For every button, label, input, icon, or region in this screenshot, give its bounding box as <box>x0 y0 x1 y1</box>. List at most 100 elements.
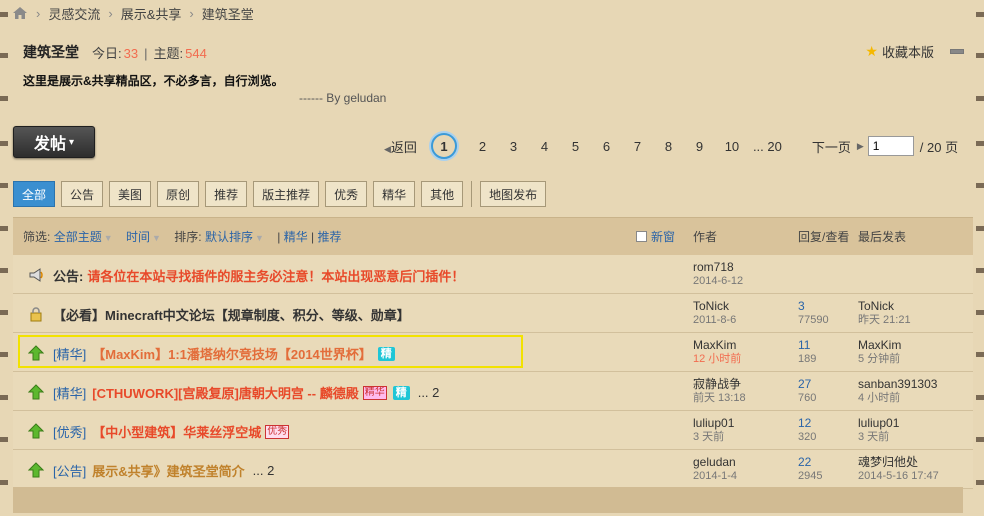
caret-right-icon[interactable]: ▶ <box>857 141 864 152</box>
thread-title[interactable]: [公告] 展示&共享》建筑圣堂简介 ... 2 <box>53 461 274 480</box>
last-post-time[interactable]: 昨天 21:21 <box>858 313 911 327</box>
thread-category[interactable]: [精华] <box>53 383 86 402</box>
thread-title[interactable]: 【必看】Minecraft中文论坛【规章制度、积分、等级、勋章】 <box>53 305 410 324</box>
filter-time[interactable]: 时间 <box>126 230 150 244</box>
view-count: 320 <box>798 431 817 443</box>
breadcrumb-separator: › <box>36 5 41 21</box>
breadcrumb-item-showcase[interactable]: 展示&共享 <box>121 4 182 23</box>
page-link[interactable]: 7 <box>622 139 653 154</box>
tab-pictures[interactable]: 美图 <box>109 181 152 207</box>
page-link[interactable]: 6 <box>591 139 622 154</box>
last-post-user[interactable]: luliup01 <box>858 416 899 430</box>
table-row: [精华] 【MaxKim】1:1潘塔纳尔竞技场【2014世界杯】 精 MaxKi… <box>13 333 973 372</box>
page-link[interactable]: 10 <box>715 139 749 154</box>
dropdown-icon: ▼ <box>151 233 161 243</box>
author-name[interactable]: MaxKim <box>693 338 741 352</box>
breadcrumb-item-current[interactable]: 建筑圣堂 <box>202 4 254 23</box>
thread-title[interactable]: 公告: 请各位在本站寻找插件的服主务必注意！本站出现恶意后门插件！ <box>53 266 464 285</box>
breadcrumb-item-inspiration[interactable]: 灵感交流 <box>48 4 100 23</box>
next-page-link[interactable]: 下一页 <box>812 137 851 156</box>
back-link[interactable]: ◀返回 <box>384 137 417 156</box>
reply-count[interactable]: 3 <box>798 299 829 313</box>
thread-title[interactable]: [精华] [CTHUWORK][宫殿复原]唐朝大明宫 -- 麟德殿 精华 精 .… <box>53 383 439 402</box>
tab-all[interactable]: 全部 <box>13 181 56 207</box>
thread-stats: 12 320 <box>798 416 816 444</box>
page-link-last[interactable]: ... 20 <box>753 139 782 154</box>
thread-title-text[interactable]: 请各位在本站寻找插件的服主务必注意！本站出现恶意后门插件！ <box>87 266 464 285</box>
thread-more-pages[interactable]: ... 2 <box>253 463 275 478</box>
up-arrow-icon <box>28 462 44 478</box>
page-link[interactable]: 3 <box>498 139 529 154</box>
home-icon[interactable] <box>12 6 28 20</box>
tab-announcement[interactable]: 公告 <box>61 181 104 207</box>
sort-label: 排序: <box>174 230 202 244</box>
last-post-time[interactable]: 5 分钟前 <box>858 352 901 366</box>
last-post-user[interactable]: MaxKim <box>858 338 901 352</box>
reply-count[interactable]: 12 <box>798 416 816 430</box>
thread-category[interactable]: [精华] <box>53 344 86 363</box>
favorite-forum-button[interactable]: ★ 收藏本版 <box>865 42 934 61</box>
thread-title-text[interactable]: 展示&共享》建筑圣堂简介 <box>92 461 244 480</box>
sort-default[interactable]: 默认排序 <box>205 230 253 244</box>
page-link[interactable]: 8 <box>653 139 684 154</box>
page-link[interactable]: 5 <box>560 139 591 154</box>
filter-divider: | <box>277 230 281 244</box>
last-post-time[interactable]: 2014-5-16 17:47 <box>858 469 939 483</box>
thread-title-text[interactable]: 【MaxKim】1:1潘塔纳尔竞技场【2014世界杯】 <box>92 344 372 363</box>
thread-title-text[interactable]: 【中小型建筑】华莱丝浮空城 <box>92 422 261 441</box>
post-date: 12 小时前 <box>693 353 742 365</box>
filter-all-topics[interactable]: 全部主题 <box>54 230 102 244</box>
reply-count[interactable]: 27 <box>798 377 816 391</box>
tab-map-release[interactable]: 地图发布 <box>480 181 547 207</box>
thread-category[interactable]: [公告] <box>53 461 86 480</box>
page-current[interactable]: 1 <box>430 133 457 159</box>
reply-count[interactable]: 22 <box>798 455 822 469</box>
page-total: / 20 页 <box>919 139 959 155</box>
thread-more-pages[interactable]: ... 2 <box>418 385 440 400</box>
tab-excellent[interactable]: 优秀 <box>325 181 368 207</box>
thread-title-text[interactable]: 【必看】Minecraft中文论坛【规章制度、积分、等级、勋章】 <box>53 305 410 324</box>
last-post-time[interactable]: 4 小时前 <box>858 391 937 405</box>
last-post-user[interactable]: ToNick <box>858 299 911 313</box>
thread-category[interactable]: [优秀] <box>53 422 86 441</box>
thread-title[interactable]: [优秀] 【中小型建筑】华莱丝浮空城 优秀 <box>53 422 290 441</box>
filter-recommend[interactable]: 推荐 <box>318 230 342 244</box>
view-count: 2945 <box>798 470 823 482</box>
tab-digest[interactable]: 精华 <box>373 181 416 207</box>
digest-stamp: 精华 <box>362 385 387 400</box>
up-arrow-icon <box>28 345 44 361</box>
reply-count[interactable]: 11 <box>798 338 816 352</box>
author-name[interactable]: luliup01 <box>693 416 734 430</box>
checkbox[interactable] <box>636 231 647 242</box>
today-label: 今日: <box>92 46 122 61</box>
author-name[interactable]: 寂静战争 <box>693 377 746 391</box>
digest-badge: 精 <box>392 385 410 400</box>
author-name[interactable]: geludan <box>693 455 737 469</box>
page-jump-input[interactable] <box>867 136 914 156</box>
new-post-label: 发帖 <box>33 136 66 153</box>
new-window-toggle[interactable]: 新窗 <box>636 228 675 245</box>
filter-digest[interactable]: 精华 <box>284 230 308 244</box>
page-link[interactable]: 4 <box>529 139 560 154</box>
tab-recommended[interactable]: 推荐 <box>205 181 248 207</box>
page-link[interactable]: 2 <box>467 139 498 154</box>
tab-moderator-picks[interactable]: 版主推荐 <box>253 181 320 207</box>
collapse-toggle[interactable] <box>950 49 964 54</box>
last-post-user[interactable]: 魂梦归他处 <box>858 455 939 469</box>
new-post-button[interactable]: 发帖 ▾ <box>13 126 95 158</box>
excellent-stamp: 优秀 <box>265 424 290 439</box>
last-post-time[interactable]: 3 天前 <box>858 430 899 444</box>
megaphone-icon <box>29 268 43 282</box>
last-post-user[interactable]: sanban391303 <box>858 377 937 391</box>
thread-author: luliup01 3 天前 <box>693 416 734 444</box>
tab-other[interactable]: 其他 <box>421 181 464 207</box>
tab-original[interactable]: 原创 <box>157 181 200 207</box>
page-link[interactable]: 9 <box>684 139 715 154</box>
author-name[interactable]: ToNick <box>693 299 736 313</box>
thread-title-text[interactable]: [CTHUWORK][宫殿复原]唐朝大明宫 -- 麟德殿 <box>92 383 358 402</box>
table-row: 【必看】Minecraft中文论坛【规章制度、积分、等级、勋章】 ToNick 2… <box>13 294 973 333</box>
thread-title[interactable]: [精华] 【MaxKim】1:1潘塔纳尔竞技场【2014世界杯】 精 <box>53 344 395 363</box>
author-name[interactable]: rom718 <box>693 260 743 274</box>
table-footer-bar <box>13 487 963 513</box>
column-replies: 回复/查看 <box>798 230 850 244</box>
